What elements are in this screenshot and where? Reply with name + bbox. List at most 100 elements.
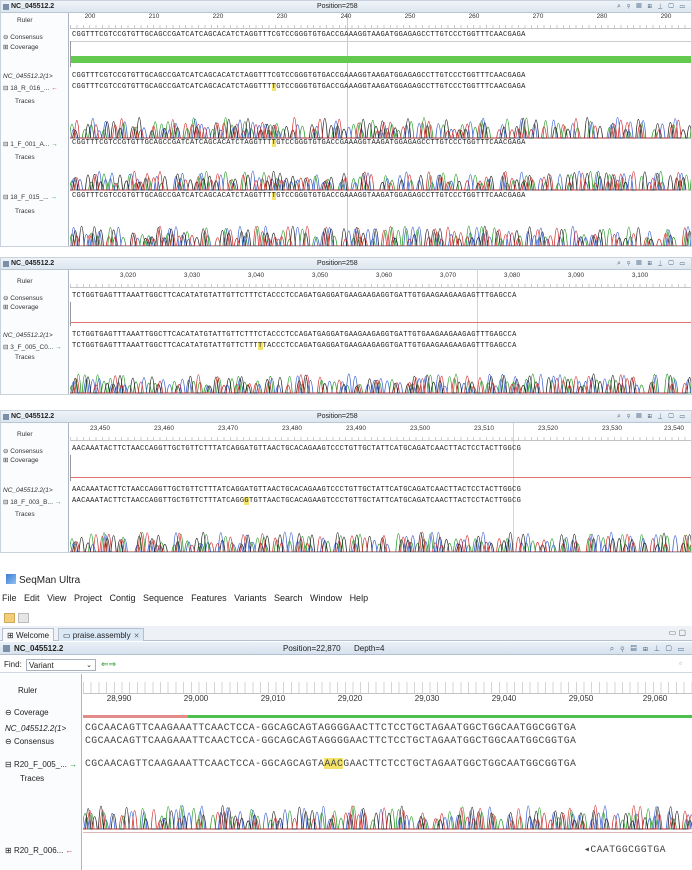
read-label[interactable]: ⊟ 18_F_003_B... → <box>3 498 61 506</box>
consensus-sequence: TCTGGTGAGTTTAAATTGGCTTCACATATGTATTGTTCTT… <box>72 292 517 300</box>
panel-toolbar-icons[interactable]: ⌕ ⚲ ▤ ⊞ ⊥ ▢ ▭ <box>617 258 687 270</box>
ruler-scale <box>70 25 691 29</box>
ruler-tick: 3,040 <box>247 272 265 279</box>
find-type-select[interactable]: Variant ⌄ <box>26 659 96 671</box>
ruler-tick: 23,470 <box>218 425 238 432</box>
read-label[interactable]: ⊟ 18_R_016_... ← <box>3 84 58 92</box>
read-label[interactable]: ⊟ 3_F_005_C0... → <box>3 343 62 351</box>
contig-name: NC_045512.2 <box>11 3 55 10</box>
ruler-label: Ruler <box>17 431 33 438</box>
ruler-tick: 260 <box>468 13 480 20</box>
consensus-label[interactable]: ⊖ Consensus <box>3 447 43 455</box>
coverage-bar <box>71 56 691 63</box>
ruler-tick: 23,480 <box>282 425 302 432</box>
chromatogram-trace <box>70 373 691 394</box>
alignment-panel-3: NC_045512.2 Position=258 ⌕ ⚲ ▤ ⊞ ⊥ ▢ ▭ R… <box>0 410 692 553</box>
row-labels: Ruler ⊖ Coverage NC_045512.2(1> ⊖ Consen… <box>0 674 82 870</box>
menu-edit[interactable]: Edit <box>24 593 40 603</box>
trace-baseline <box>83 832 692 833</box>
sequence-area[interactable]: 3,020 3,030 3,040 3,050 3,060 3,070 3,08… <box>70 270 691 394</box>
ruler-tick: 220 <box>212 13 224 20</box>
window-title: SeqMan Ultra <box>6 574 80 586</box>
sequence-area[interactable]: 200 210 220 230 240 250 260 270 280 290 … <box>70 13 691 246</box>
ruler-tick: 230 <box>276 13 288 20</box>
consensus-label[interactable]: ⊖ Consensus <box>3 294 43 302</box>
ruler-label: Ruler <box>17 17 33 24</box>
menu-contig[interactable]: Contig <box>109 593 135 603</box>
ruler-label: Ruler <box>18 686 38 695</box>
ruler-tick: 23,460 <box>154 425 174 432</box>
read-label[interactable]: ⊞ R20_R_006... ← <box>5 846 74 855</box>
save-icon[interactable] <box>18 613 29 623</box>
find-next-arrows[interactable]: ⇐⇒ <box>101 659 116 670</box>
sequence-area[interactable]: 23,450 23,460 23,470 23,480 23,490 23,50… <box>70 423 691 552</box>
ruler-tick: 29,000 <box>183 694 209 703</box>
read-sequence: ◂CAATGGCGGTGA <box>584 844 666 855</box>
seqman-window: SeqMan Ultra File Edit View Project Cont… <box>0 566 692 870</box>
menu-window[interactable]: Window <box>310 593 342 603</box>
consensus-sequence: CGGTTTCGTCCGTGTTGCAGCCGATCATCAGCACATCTAG… <box>72 31 526 39</box>
traces-label: Traces <box>15 98 35 105</box>
ruler-tick: 3,060 <box>375 272 393 279</box>
reference-label: NC_045512.2(1> <box>3 487 53 494</box>
reference-sequence: CGCAACAGTTCAAGAAATTCAACTCCA-GGCAGCAGTAGG… <box>85 722 577 733</box>
menu-file[interactable]: File <box>2 593 17 603</box>
ruler-ticks: 28,990 29,000 29,010 29,020 29,030 29,04… <box>83 694 692 708</box>
consensus-label[interactable]: ⊖ Consensus <box>5 737 54 746</box>
ruler-tick: 250 <box>404 13 416 20</box>
position-readout: Position=258 <box>317 260 358 267</box>
find-label: Find: <box>4 660 22 669</box>
coverage-label[interactable]: ⊞ Coverage <box>3 456 38 464</box>
ruler-tick: 23,490 <box>346 425 366 432</box>
close-icon[interactable]: ✕ <box>134 633 140 640</box>
contig-toolbar-icons[interactable]: ⌕ ⚲ ▤ ⊞ ⊥ ▢ ▭ <box>610 642 686 655</box>
tab-welcome[interactable]: ⊞ Welcome <box>2 628 55 641</box>
coverage-label[interactable]: ⊖ Coverage <box>5 708 49 717</box>
minimize-maximize-icons[interactable]: ▭ ▢ <box>669 628 686 637</box>
ruler-tick: 23,520 <box>538 425 558 432</box>
read-label[interactable]: ⊟ 1_F_001_A... → <box>3 140 58 148</box>
open-folder-icon[interactable] <box>4 613 15 623</box>
coverage-bar <box>71 477 691 478</box>
chevron-down-icon: ⌄ <box>86 662 92 669</box>
coverage-bar-low <box>83 715 188 718</box>
menu-features[interactable]: Features <box>191 593 227 603</box>
menu-variants[interactable]: Variants <box>234 593 266 603</box>
trace-channel <box>70 225 691 246</box>
menu-help[interactable]: Help <box>350 593 369 603</box>
read-label[interactable]: ⊟ 18_F_015_... → <box>3 193 57 201</box>
ruler-scale <box>70 437 691 441</box>
grid-icon <box>3 414 9 420</box>
panel-title-bar: NC_045512.2 Position=258 ⌕ ⚲ ▤ ⊞ ⊥ ▢ ▭ <box>1 1 691 13</box>
position-readout: Position=258 <box>317 3 358 10</box>
panel-toolbar-icons[interactable]: ⌕ ⚲ ▤ ⊞ ⊥ ▢ ▭ <box>617 1 687 13</box>
ruler-tick: 29,010 <box>260 694 286 703</box>
menu-sequence[interactable]: Sequence <box>143 593 184 603</box>
contig-view: Ruler ⊖ Coverage NC_045512.2(1> ⊖ Consen… <box>0 674 692 870</box>
consensus-label[interactable]: ⊖ Consensus <box>3 33 43 41</box>
contig-name: NC_045512.2 <box>14 644 64 653</box>
coverage-bar <box>71 322 691 323</box>
find-bar: Find: Variant ⌄ ⇐⇒ ▫ <box>0 656 692 673</box>
overflow-icon[interactable]: ▫ <box>679 659 682 668</box>
coverage-label[interactable]: ⊞ Coverage <box>3 43 38 51</box>
depth-readout: Depth=4 <box>354 644 385 653</box>
menu-view[interactable]: View <box>47 593 66 603</box>
ruler-tick: 3,050 <box>311 272 329 279</box>
traces-label: Traces <box>15 208 35 215</box>
tab-praise-assembly[interactable]: ▭ praise.assembly ✕ <box>58 628 145 641</box>
menu-project[interactable]: Project <box>74 593 102 603</box>
ruler-tick: 210 <box>148 13 160 20</box>
menu-search[interactable]: Search <box>274 593 303 603</box>
chromatogram-trace <box>70 531 691 552</box>
grid-icon <box>3 645 10 652</box>
ruler-label: Ruler <box>17 278 33 285</box>
sequence-area[interactable]: 28,990 29,000 29,010 29,020 29,030 29,04… <box>83 674 692 870</box>
ruler-tick: 23,510 <box>474 425 494 432</box>
panel-toolbar-icons[interactable]: ⌕ ⚲ ▤ ⊞ ⊥ ▢ ▭ <box>617 411 687 423</box>
read-sequence: CGGTTTCGTCCGTGTTGCAGCCGATCATCAGCACATCTAG… <box>72 139 526 147</box>
read-label[interactable]: ⊟ R20_F_005_... → <box>5 760 77 769</box>
coverage-label[interactable]: ⊞ Coverage <box>3 303 38 311</box>
ruler-tick: 29,040 <box>491 694 517 703</box>
ruler-tick: 3,100 <box>631 272 649 279</box>
